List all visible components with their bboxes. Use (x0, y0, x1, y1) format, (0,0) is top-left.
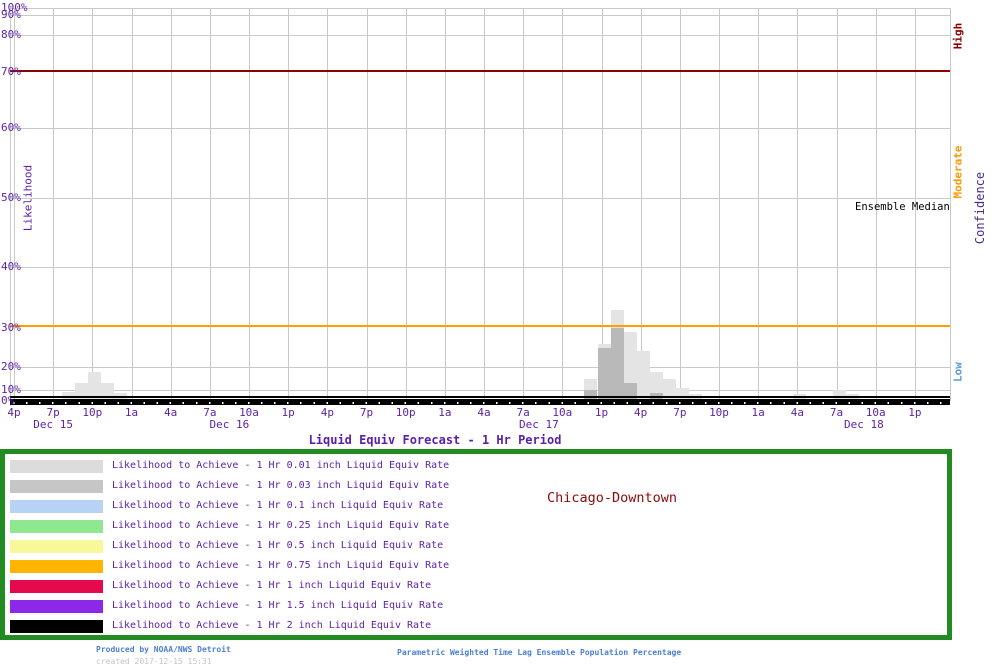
legend-label-row-1: Likelihood to Achieve - 1 Hr 0.01 inch L… (112, 460, 450, 471)
legend-swatch-row-5 (10, 540, 103, 553)
x-axis-tick-label: 1a (751, 406, 765, 419)
legend-swatch-row-7 (10, 580, 103, 593)
gridline-vertical (758, 8, 760, 401)
x-axis-tick-label: 4a (164, 406, 178, 419)
precip-likelihood-meteogram: 0% 10% 20% 30% 40% 50% 60% 70% 80% 90% 100% 4p 7p 10p… (0, 0, 1000, 670)
legend-label-row-2: Likelihood to Achieve - 1 Hr 0.03 inch L… (112, 480, 450, 491)
x-axis-tick-label: 4p (320, 406, 334, 419)
footer-method: Parametric Weighted Time Lag Ensemble Po… (397, 648, 682, 657)
y-axis-tick-label: 40% (1, 260, 21, 273)
gridline-vertical (288, 8, 290, 401)
legend-label-row-6: Likelihood to Achieve - 1 Hr 0.75 inch L… (112, 560, 450, 571)
gridline-vertical (797, 8, 799, 401)
gridline-vertical (53, 8, 55, 401)
x-axis-date-label: Dec 18 (844, 418, 884, 431)
x-axis-tick-label: 4p (7, 406, 21, 419)
plot-border-right (950, 8, 951, 401)
legend-swatch-row-1 (10, 460, 103, 473)
legend-swatch-row-2 (10, 480, 103, 493)
legend-swatch-row-9 (10, 620, 103, 633)
x-axis-tick-label: 1p (908, 406, 922, 419)
y-axis-tick-label: 20% (1, 360, 21, 373)
gridline-vertical (249, 8, 250, 401)
y-axis-tick-label: 100% (1, 1, 28, 14)
y-axis-tick-label: 50% (1, 191, 21, 204)
gridline-horizontal (10, 128, 950, 129)
legend-label-row-9: Likelihood to Achieve - 1 Hr 2 inch Liqu… (112, 620, 432, 631)
gridline-vertical (366, 8, 368, 401)
x-axis-tick-label: 10p (395, 406, 416, 419)
bar-0.03-inch (610, 328, 624, 401)
x-axis-tick-label: 10p (82, 406, 103, 419)
legend-swatch-row-3 (10, 500, 103, 513)
y-axis-tick-label: 10% (1, 383, 21, 396)
confidence-threshold-line-high (10, 70, 950, 72)
x-axis-date-label: Dec 15 (33, 418, 74, 431)
confidence-axis-title: Confidence (973, 171, 987, 245)
gridline-vertical (836, 8, 838, 401)
gridline-vertical (640, 8, 642, 401)
footer-produced-by: Produced by NOAA/NWS Detroit (96, 645, 231, 654)
gridline-vertical (131, 8, 133, 401)
gridline-horizontal (10, 267, 950, 268)
y-axis-title: Likelihood (21, 164, 35, 232)
ensemble-median-label: Ensemble Median (855, 201, 950, 213)
confidence-threshold-line-moderate (10, 325, 950, 327)
gridline-vertical (601, 8, 603, 401)
x-axis-date-label: Dec 16 (209, 418, 250, 431)
gridline-horizontal (10, 390, 950, 391)
x-axis-tick-label: 1p (594, 406, 609, 419)
gridline-vertical (405, 8, 407, 401)
gridline-horizontal (10, 367, 950, 368)
gridline-vertical (562, 8, 564, 401)
gridline-vertical (679, 8, 681, 401)
gridline-vertical (209, 8, 211, 401)
gridline-vertical (523, 8, 525, 401)
legend-swatch-row-6 (10, 560, 103, 573)
confidence-moderate-label: Moderate (951, 145, 965, 199)
legend-label-row-7: Likelihood to Achieve - 1 Hr 1 inch Liqu… (112, 580, 432, 591)
bar-0.01-inch (636, 351, 650, 401)
x-axis-tick-label: 1a (438, 406, 452, 419)
y-axis-tick-label: 30% (1, 321, 21, 334)
legend-swatch-row-4 (10, 520, 103, 533)
legend-label-row-8: Likelihood to Achieve - 1 Hr 1.5 inch Li… (112, 600, 444, 611)
y-axis-tick-label: 70% (1, 65, 21, 78)
bar-0.03-inch (597, 347, 611, 401)
x-axis-tick-label: 1p (281, 406, 295, 419)
gridline-horizontal (10, 35, 950, 36)
x-axis-tick-label: 7p (359, 406, 374, 419)
gridline-vertical (484, 8, 485, 401)
gridline-vertical (444, 8, 446, 401)
chart-title: Liquid Equiv Forecast - 1 Hr Period (308, 433, 562, 447)
legend-swatch-row-8 (10, 600, 103, 613)
legend-label-row-4: Likelihood to Achieve - 1 Hr 0.25 inch L… (112, 520, 450, 531)
x-axis-tick-label: 10p (709, 406, 729, 419)
gridline-horizontal (10, 15, 950, 16)
y-axis-tick-label: 80% (1, 28, 21, 41)
gridline-vertical (92, 8, 94, 401)
confidence-high-label: High (951, 22, 965, 50)
confidence-low-label: Low (951, 362, 965, 382)
gridline-vertical (170, 8, 172, 401)
x-axis-tick-label: 7p (673, 406, 687, 419)
x-axis-hour-ticks (10, 402, 950, 404)
legend-label-row-3: Likelihood to Achieve - 1 Hr 0.1 inch Li… (112, 500, 444, 511)
x-axis-tick-label: 4a (790, 406, 804, 419)
gridline-vertical (327, 8, 329, 401)
x-axis-tick-label: 1a (124, 406, 139, 419)
x-axis-date-label: Dec 17 (518, 418, 559, 431)
x-axis-tick-label: 4p (634, 406, 648, 419)
gridline-vertical (719, 8, 720, 401)
y-axis-tick-label: 60% (1, 121, 21, 134)
x-axis-tick-label: 4a (477, 406, 491, 419)
gridline-horizontal (10, 198, 950, 199)
legend-label-row-5: Likelihood to Achieve - 1 Hr 0.5 inch Li… (112, 540, 444, 551)
gridline-horizontal (10, 8, 950, 9)
footer-created-timestamp: created 2017-12-15 15:31 (96, 657, 212, 666)
station-name: Chicago-Downtown (546, 490, 678, 506)
x-axis-line (10, 396, 950, 398)
